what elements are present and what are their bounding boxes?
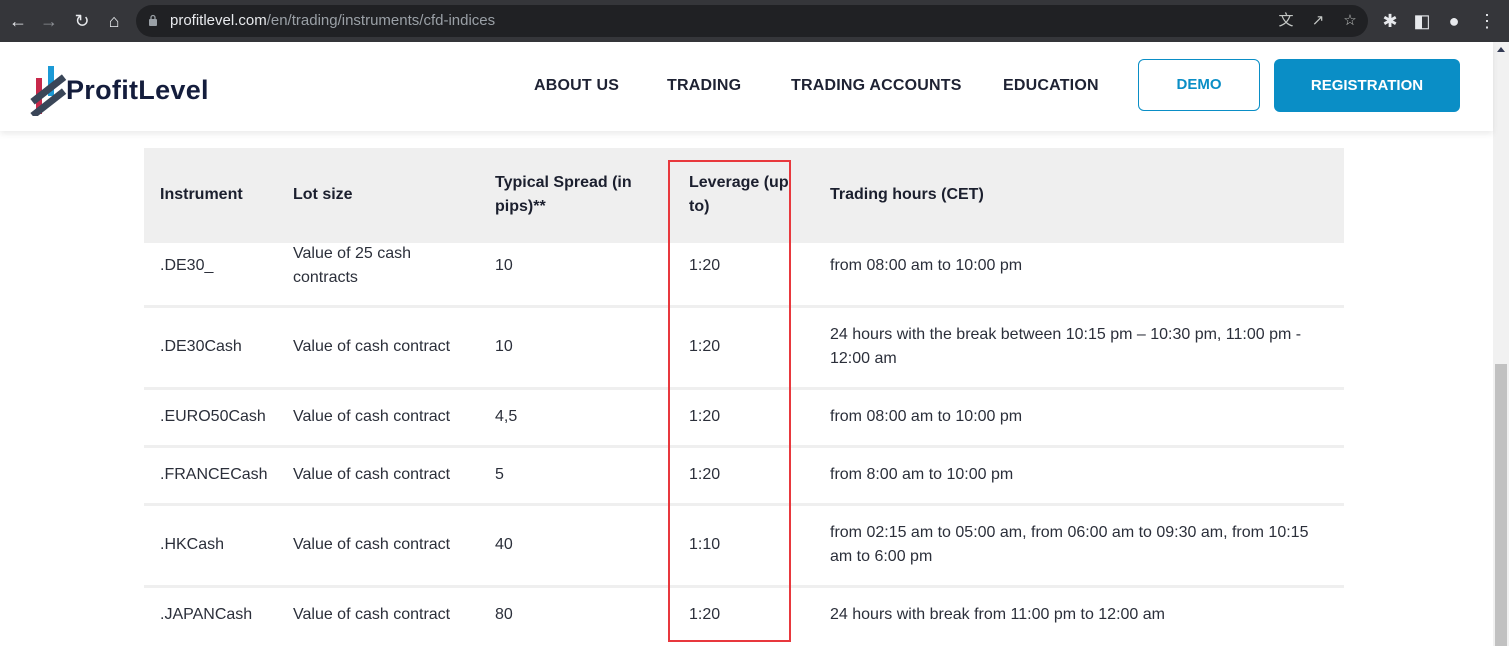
nav-education[interactable]: EDUCATION (1003, 77, 1099, 95)
table-row: .DE30Cash Value of cash contract 10 1:20… (144, 308, 1344, 390)
table-row: .JAPANCash Value of cash contract 80 1:2… (144, 588, 1344, 648)
cell-trading-hours: from 02:15 am to 05:00 am, from 06:00 am… (830, 524, 1309, 565)
page-scrollbar[interactable] (1493, 42, 1509, 646)
cell-lot-size: Value of cash contract (293, 338, 451, 355)
cell-leverage: 1:20 (689, 466, 721, 483)
cell-instrument: .JAPANCash (160, 606, 253, 623)
header-leverage: Leverage (up to) (689, 174, 789, 215)
cell-spread: 10 (495, 257, 513, 274)
url-text[interactable]: profitlevel.com/en/trading/instruments/c… (170, 12, 495, 29)
browser-toolbar: ← → ↻ ⌂ profitlevel.com/en/trading/instr… (0, 0, 1509, 42)
cell-spread: 10 (495, 338, 513, 355)
cell-spread: 80 (495, 606, 513, 623)
extensions-icon[interactable]: ✱ (1378, 9, 1402, 33)
cell-leverage: 1:10 (689, 536, 721, 553)
demo-button[interactable]: DEMO (1138, 59, 1260, 111)
side-panel-icon[interactable]: ◧ (1410, 9, 1434, 33)
cell-leverage: 1:20 (689, 257, 721, 274)
cell-instrument: .HKCash (160, 536, 225, 553)
header-lot-size: Lot size (293, 186, 353, 203)
scroll-up-arrow-icon[interactable] (1497, 47, 1505, 52)
cell-instrument: .FRANCECash (160, 466, 268, 483)
cell-trading-hours: 24 hours with the break between 10:15 pm… (830, 326, 1302, 367)
cell-lot-size: Value of 25 cash contracts (293, 245, 412, 286)
table-row: .FRANCECash Value of cash contract 5 1:2… (144, 448, 1344, 506)
header-instrument: Instrument (160, 186, 243, 203)
table-header: Instrument Lot size Typical Spread (in p… (144, 148, 1344, 243)
header-trading-hours: Trading hours (CET) (830, 186, 984, 203)
cell-spread: 40 (495, 536, 513, 553)
cell-leverage: 1:20 (689, 408, 721, 425)
cell-trading-hours: from 08:00 am to 10:00 pm (830, 408, 1023, 425)
cell-trading-hours: 24 hours with break from 11:00 pm to 12:… (830, 606, 1165, 623)
profile-avatar-icon[interactable]: ● (1442, 9, 1466, 33)
nav-about-us[interactable]: ABOUT US (534, 77, 619, 95)
back-icon[interactable]: ← (6, 9, 30, 33)
cell-lot-size: Value of cash contract (293, 536, 451, 553)
cell-instrument: .EURO50Cash (160, 408, 266, 425)
menu-dots-icon[interactable]: ⋮ (1475, 9, 1499, 33)
table-row: .DE30_ Value of 25 cash contracts 10 1:2… (144, 243, 1344, 308)
address-bar[interactable]: profitlevel.com/en/trading/instruments/c… (136, 5, 1368, 37)
logo[interactable]: ProfitLevel (28, 64, 228, 116)
logo-mark-icon (30, 66, 67, 116)
cell-leverage: 1:20 (689, 606, 721, 623)
lock-icon (149, 14, 157, 26)
reload-icon[interactable]: ↻ (70, 9, 94, 33)
nav-trading-accounts[interactable]: TRADING ACCOUNTS (791, 77, 962, 95)
nav-trading[interactable]: TRADING (667, 77, 741, 95)
cell-instrument: .DE30_ (160, 257, 214, 274)
site-header: ProfitLevel ABOUT US TRADING TRADING ACC… (0, 42, 1493, 131)
header-typical-spread: Typical Spread (in pips)** (495, 174, 632, 215)
cell-trading-hours: from 8:00 am to 10:00 pm (830, 466, 1014, 483)
cell-lot-size: Value of cash contract (293, 606, 451, 623)
cell-trading-hours: from 08:00 am to 10:00 pm (830, 257, 1023, 274)
home-icon[interactable]: ⌂ (102, 9, 126, 33)
scroll-thumb[interactable] (1495, 364, 1507, 646)
table-row: .HKCash Value of cash contract 40 1:10 f… (144, 506, 1344, 588)
cell-lot-size: Value of cash contract (293, 408, 451, 425)
registration-button[interactable]: REGISTRATION (1274, 59, 1460, 112)
cell-lot-size: Value of cash contract (293, 466, 451, 483)
translate-icon[interactable]: 文 (1276, 11, 1296, 31)
bookmark-star-icon[interactable]: ☆ (1340, 11, 1360, 31)
logo-text: ProfitLevel (66, 75, 209, 105)
cell-spread: 4,5 (495, 408, 518, 425)
share-icon[interactable]: ↗ (1308, 11, 1328, 31)
cell-leverage: 1:20 (689, 338, 721, 355)
table-row: .EURO50Cash Value of cash contract 4,5 1… (144, 390, 1344, 448)
cell-instrument: .DE30Cash (160, 338, 242, 355)
cell-spread: 5 (495, 466, 504, 483)
forward-icon[interactable]: → (37, 9, 61, 33)
